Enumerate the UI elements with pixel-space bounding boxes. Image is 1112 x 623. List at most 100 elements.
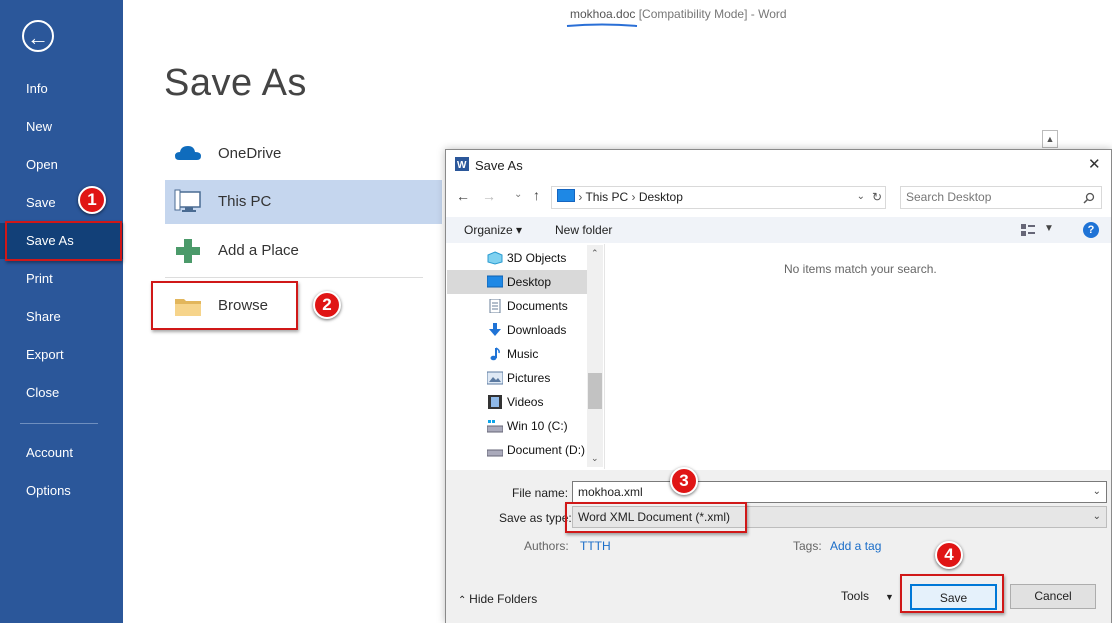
- search-input[interactable]: Search Desktop: [900, 186, 1102, 209]
- tree-scroll-thumb[interactable]: [588, 373, 602, 409]
- close-icon[interactable]: ✕: [1088, 155, 1101, 173]
- highlight-save-type: [565, 502, 747, 533]
- file-list: [605, 244, 1111, 469]
- video-icon: [488, 395, 502, 409]
- dialog-title: Save As: [475, 158, 523, 173]
- tree-item-pictures[interactable]: Pictures: [447, 366, 602, 390]
- cube-icon: [487, 251, 503, 265]
- tree-item-win10-c[interactable]: Win 10 (C:): [447, 414, 602, 438]
- location-this-pc[interactable]: This PC: [165, 180, 442, 224]
- address-dropdown-icon[interactable]: ⌄: [857, 187, 865, 207]
- tree-item-videos[interactable]: Videos: [447, 390, 602, 414]
- file-name-input[interactable]: mokhoa.xml ⌄: [572, 481, 1107, 503]
- tree-scrollbar[interactable]: [587, 245, 603, 467]
- plus-icon: [176, 239, 200, 263]
- breadcrumb-this-pc[interactable]: This PC: [585, 190, 628, 204]
- chevron-down-icon[interactable]: ⌄: [1093, 482, 1101, 502]
- tags-value[interactable]: Add a tag: [830, 539, 881, 553]
- authors-label: Authors:: [524, 539, 569, 553]
- content-header-strip: [442, 128, 1112, 149]
- help-icon[interactable]: ?: [1083, 222, 1099, 238]
- cancel-button[interactable]: Cancel: [1010, 584, 1096, 609]
- filename-underline: [566, 23, 638, 27]
- desktop-small-icon: [557, 189, 575, 202]
- nav-new[interactable]: New: [0, 109, 123, 145]
- search-icon: [1083, 192, 1095, 204]
- chevron-up-icon: ⌃: [458, 595, 470, 606]
- recent-dropdown-icon[interactable]: ⌄: [514, 189, 522, 200]
- back-nav-icon[interactable]: ←: [456, 188, 470, 204]
- chevron-down-icon[interactable]: ⌄: [1093, 507, 1101, 527]
- organize-button[interactable]: Organize ▾: [464, 223, 522, 237]
- nav-export[interactable]: Export: [0, 337, 123, 373]
- location-onedrive[interactable]: OneDrive: [165, 132, 442, 176]
- computer-icon: [174, 189, 201, 212]
- document-icon: [489, 299, 501, 313]
- nav-info[interactable]: Info: [0, 71, 123, 107]
- tags-label: Tags:: [793, 539, 822, 553]
- tree-item-music[interactable]: Music: [447, 342, 602, 366]
- tree-item-downloads[interactable]: Downloads: [447, 318, 602, 342]
- music-icon: [490, 347, 500, 361]
- nav-share[interactable]: Share: [0, 299, 123, 335]
- new-folder-button[interactable]: New folder: [555, 223, 612, 237]
- tree-label: Videos: [507, 395, 544, 409]
- desktop-icon: [487, 275, 503, 288]
- tree-item-document-d[interactable]: Document (D:): [447, 438, 602, 462]
- location-label: OneDrive: [218, 145, 282, 162]
- highlight-save-button: [900, 574, 1004, 613]
- nav-open[interactable]: Open: [0, 147, 123, 183]
- tree-label: Pictures: [507, 371, 551, 385]
- title-mode: [Compatibility Mode] - Word: [635, 7, 787, 21]
- scroll-up-icon[interactable]: ▲: [1042, 130, 1058, 148]
- tree-label: Documents: [507, 299, 568, 313]
- highlight-save-as: [5, 221, 122, 261]
- location-label: This PC: [218, 193, 272, 210]
- tree-label: Desktop: [507, 275, 552, 289]
- nav-print[interactable]: Print: [0, 261, 123, 297]
- empty-message: No items match your search.: [784, 262, 937, 276]
- nav-close[interactable]: Close: [0, 375, 123, 411]
- tree-label: Downloads: [507, 323, 567, 337]
- back-arrow-icon[interactable]: ←: [22, 20, 54, 52]
- view-options-icon[interactable]: [1020, 223, 1036, 237]
- pictures-icon: [487, 371, 503, 385]
- view-dropdown-icon[interactable]: ▼: [1044, 223, 1054, 234]
- scroll-up-icon[interactable]: ⌃: [591, 248, 599, 259]
- address-bar[interactable]: › This PC › Desktop ⌄ ↻: [551, 186, 886, 209]
- tree-item-documents[interactable]: Documents: [447, 294, 602, 318]
- hide-folders-label: Hide Folders: [469, 592, 538, 606]
- word-app-icon: W: [455, 157, 469, 171]
- refresh-icon[interactable]: ↻: [872, 187, 882, 207]
- tree-item-3d-objects[interactable]: 3D Objects: [447, 246, 602, 270]
- window-title: mokhoa.doc [Compatibility Mode] - Word: [570, 7, 787, 21]
- scroll-down-icon[interactable]: ⌄: [591, 453, 599, 464]
- location-add-place[interactable]: Add a Place: [165, 229, 442, 273]
- command-bar: [446, 217, 1111, 243]
- hide-folders-button[interactable]: ⌃ Hide Folders: [458, 592, 537, 606]
- up-folder-icon[interactable]: ↑: [533, 187, 540, 203]
- nav-account[interactable]: Account: [0, 435, 123, 471]
- save-as-dialog: W Save As ✕ ← → ⌄ ↑ › This PC › Desktop …: [445, 149, 1112, 623]
- tree-item-desktop[interactable]: Desktop: [447, 270, 602, 294]
- forward-nav-icon[interactable]: →: [482, 188, 496, 204]
- tree-label: Music: [507, 347, 539, 361]
- drive-icon: [487, 449, 503, 457]
- tree-label: 3D Objects: [507, 251, 567, 265]
- download-icon: [489, 323, 501, 336]
- file-name-label: File name:: [512, 486, 569, 500]
- tree-label: Document (D:): [507, 443, 586, 457]
- highlight-browse: [151, 281, 298, 330]
- tree-label: Win 10 (C:): [507, 419, 568, 433]
- drive-icon: [487, 420, 503, 433]
- tools-button[interactable]: Tools ▼: [841, 589, 894, 603]
- nav-options[interactable]: Options: [0, 473, 123, 509]
- title-filename: mokhoa.doc: [570, 7, 636, 21]
- step-badge-4: 4: [935, 541, 963, 569]
- step-badge-3: 3: [670, 467, 698, 495]
- step-badge-1: 1: [78, 186, 106, 214]
- step-badge-2: 2: [313, 291, 341, 319]
- authors-value[interactable]: TTTH: [580, 539, 611, 553]
- nav-divider: [20, 423, 98, 424]
- breadcrumb-desktop[interactable]: Desktop: [639, 190, 683, 204]
